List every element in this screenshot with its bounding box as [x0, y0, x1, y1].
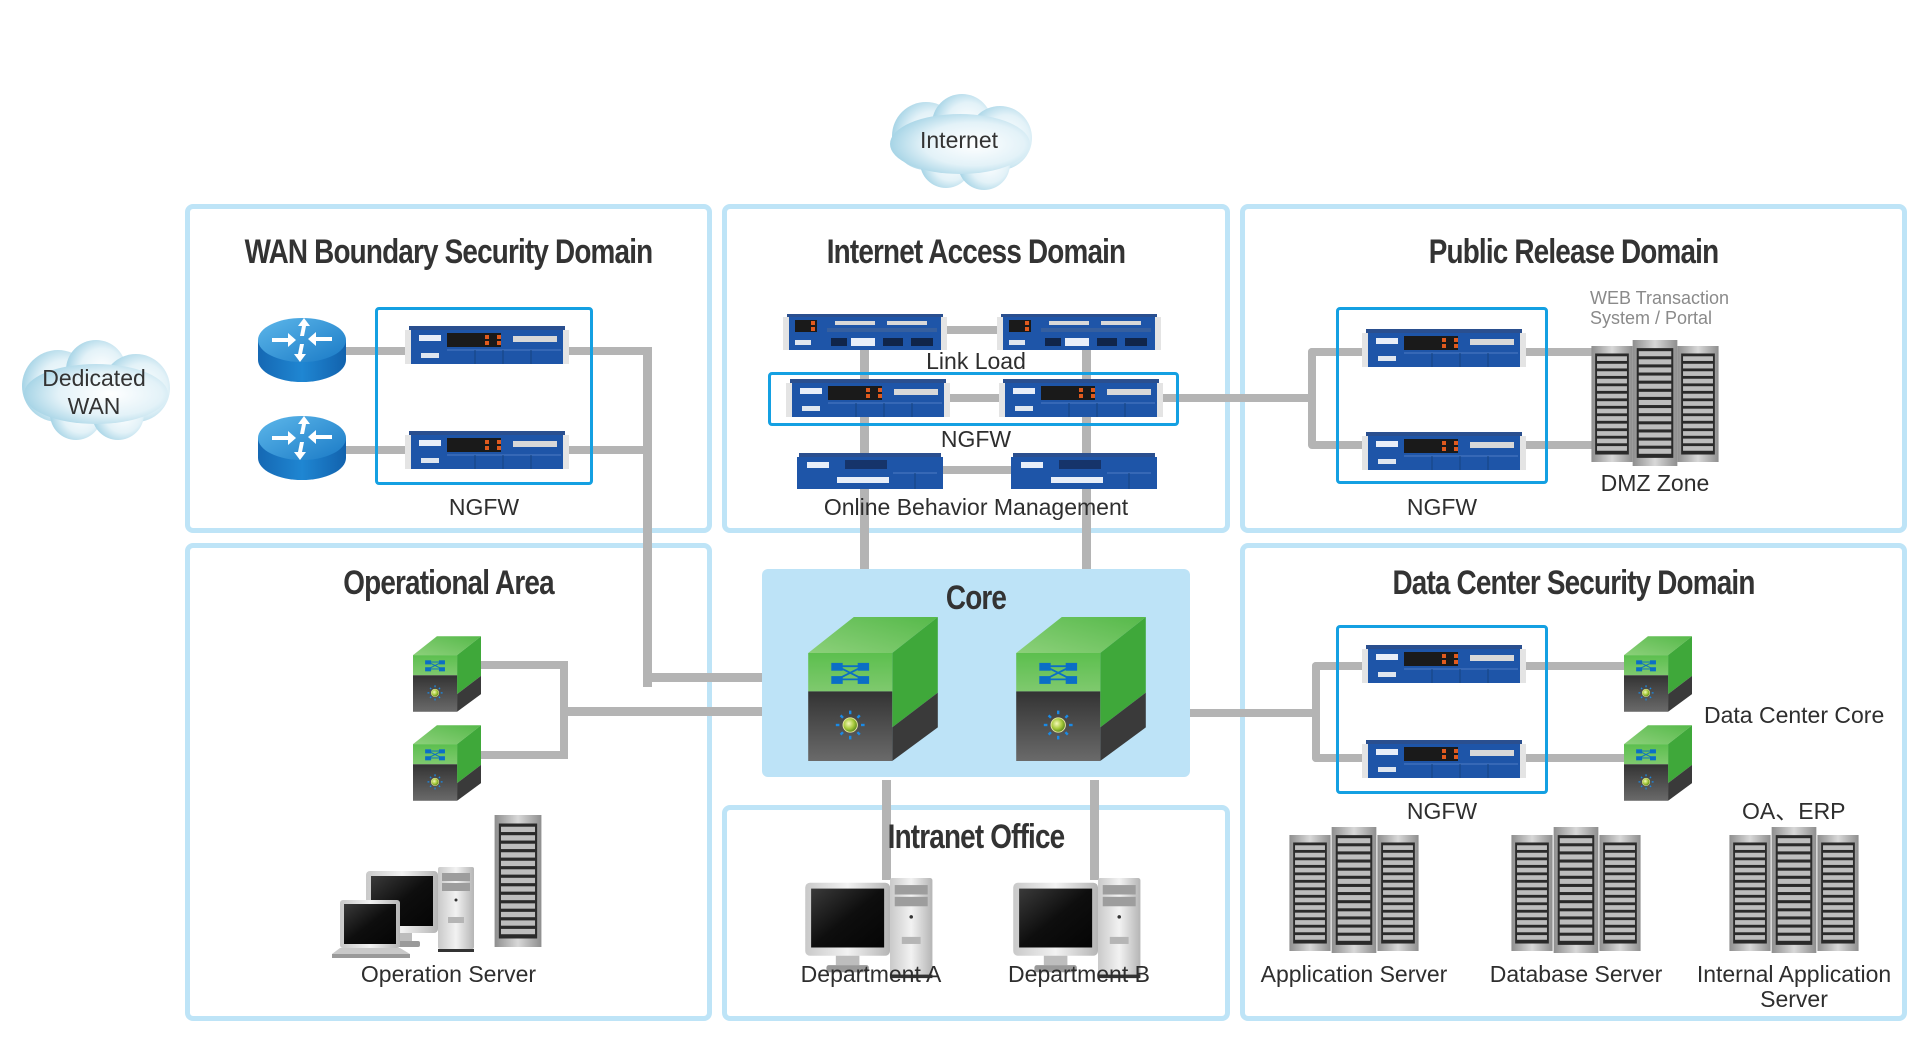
online-behavior-device-icon: [797, 453, 943, 489]
wire: [478, 751, 568, 759]
dc-core-switch-icon: [1624, 636, 1692, 712]
zone-title: Data Center Security Domain: [1392, 564, 1755, 602]
internet-label: Internet: [920, 127, 998, 153]
web-transaction-label-line2: System / Portal: [1590, 308, 1713, 328]
operation-server-group-icon: [330, 815, 545, 955]
router-icon: [256, 314, 348, 386]
application-server-label: Application Server: [1260, 961, 1448, 987]
firewall-icon: [1362, 645, 1526, 683]
application-server-rack-icon: [1288, 827, 1420, 955]
firewall-icon: [1362, 740, 1526, 778]
link-load-label: Link Load: [926, 348, 1026, 374]
internal-app-server-label-line1: Internal Application: [1696, 961, 1892, 987]
dmz-server-rack-icon: [1590, 340, 1720, 466]
core-switch-icon: [1016, 617, 1146, 761]
wire: [643, 673, 768, 682]
online-behavior-label: Online Behavior Management: [823, 494, 1129, 520]
wire: [940, 466, 1016, 474]
dc-ngfw-label: NGFW: [1406, 798, 1478, 824]
zone-intranet-office: Intranet Office: [722, 805, 1230, 1021]
link-load-device-icon: [783, 314, 947, 350]
firewall-icon: [405, 431, 569, 469]
laptop-icon: [332, 900, 412, 960]
zone-title: Operational Area: [343, 564, 554, 602]
firewall-icon: [786, 379, 950, 417]
dc-core-label: Data Center Core: [1704, 702, 1885, 728]
wire: [560, 707, 768, 716]
wire: [1308, 348, 1316, 448]
internet-cloud: Internet: [876, 88, 1042, 192]
wire: [1185, 709, 1315, 717]
wire: [643, 347, 652, 687]
link-load-device-icon: [997, 314, 1161, 350]
internet-ngfw-label: NGFW: [940, 426, 1012, 452]
database-server-rack-icon: [1510, 827, 1642, 955]
zone-title: Intranet Office: [887, 818, 1066, 856]
core-title: Core: [945, 579, 1007, 617]
router-icon: [256, 412, 348, 484]
internal-application-server-rack-icon: [1728, 827, 1860, 955]
dc-core-switch-icon: [1624, 725, 1692, 801]
operation-server-label: Operation Server: [360, 961, 537, 987]
department-a-label: Department A: [800, 961, 942, 987]
oa-erp-label: OA、ERP: [1742, 798, 1846, 824]
wire: [1312, 662, 1320, 762]
zone-title: WAN Boundary Security Domain: [244, 233, 654, 271]
zone-title: Public Release Domain: [1428, 233, 1719, 271]
wire: [940, 326, 1004, 334]
dedicated-wan-label-line2: WAN: [67, 393, 121, 419]
firewall-icon: [1362, 432, 1526, 470]
online-behavior-device-icon: [1011, 453, 1157, 489]
firewall-icon: [999, 379, 1163, 417]
firewall-icon: [405, 326, 569, 364]
zone-title: Internet Access Domain: [826, 233, 1126, 271]
wire: [478, 661, 568, 669]
department-b-label: Department B: [1008, 961, 1150, 987]
wire: [1160, 394, 1312, 402]
public-ngfw-label: NGFW: [1406, 494, 1478, 520]
dmz-zone-label: DMZ Zone: [1600, 470, 1710, 496]
database-server-label: Database Server: [1489, 961, 1663, 987]
core-switch-icon: [808, 617, 938, 761]
switch-icon: [413, 636, 481, 712]
server-rack-icon: [492, 815, 544, 947]
firewall-icon: [1362, 329, 1526, 367]
dedicated-wan-label-line1: Dedicated: [42, 365, 146, 391]
web-transaction-label-line1: WEB Transaction: [1590, 288, 1730, 308]
internal-app-server-label-line2: Server: [1760, 986, 1828, 1012]
switch-icon: [413, 725, 481, 801]
dedicated-wan-cloud: Dedicated WAN: [10, 334, 178, 442]
wan-ngfw-label: NGFW: [448, 494, 520, 520]
